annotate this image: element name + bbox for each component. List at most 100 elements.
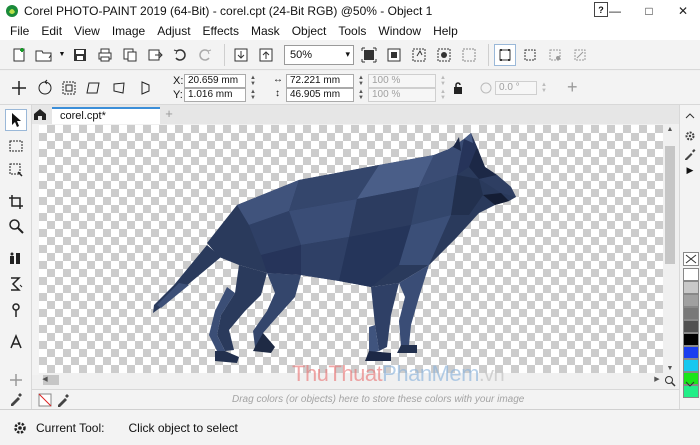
y-position-field[interactable]: 1.016 mm (184, 88, 246, 102)
rectangle-mask-tool-icon[interactable] (5, 135, 27, 157)
import-icon[interactable] (119, 44, 141, 66)
minimize-button[interactable]: — (598, 0, 632, 21)
color-swatch[interactable] (683, 294, 699, 307)
y-spinner[interactable]: ▲ ▼ (248, 88, 258, 102)
zoom-100-icon[interactable] (383, 44, 405, 66)
tab-corel-cpt[interactable]: corel.cpt* (52, 107, 160, 124)
object-picker-icon[interactable] (494, 43, 516, 66)
color-swatch[interactable] (683, 320, 699, 333)
document-palette-strip[interactable]: Drag colors (or objects) here to store t… (32, 389, 679, 409)
eyedropper-icon[interactable] (683, 147, 697, 161)
property-bar: X: 20.659 mm ▲ ▼ Y: 1.016 mm ▲ ▼ ↔ 72.221 … (0, 71, 700, 105)
skew-icon[interactable] (82, 77, 104, 99)
paint-tool-icon[interactable] (5, 299, 27, 321)
rotate-icon[interactable] (34, 77, 56, 99)
watermark-part-1: ThuThuat (292, 361, 383, 386)
y-position-label: Y: (173, 89, 183, 101)
distort-icon[interactable] (108, 77, 130, 99)
pick-tool-icon[interactable] (5, 109, 27, 131)
color-swatch[interactable] (683, 281, 699, 294)
zoom-level-select[interactable]: 50% ▾ (284, 44, 354, 65)
watermark-part-3: .vn (478, 364, 505, 386)
vertical-scroll-thumb[interactable] (665, 146, 675, 264)
menu-view[interactable]: View (69, 24, 107, 38)
save-icon[interactable] (69, 44, 91, 66)
new-icon[interactable] (8, 44, 30, 66)
zoom-fit-icon[interactable] (358, 44, 380, 66)
redo-icon[interactable] (194, 44, 216, 66)
send-back-icon[interactable] (230, 44, 252, 66)
palette-scroll-down-icon[interactable] (683, 377, 697, 391)
no-color-swatch[interactable] (683, 252, 699, 266)
scale-icon[interactable] (58, 77, 80, 99)
scroll-down-icon[interactable]: ▼ (663, 363, 677, 375)
clip-mask-icon[interactable] (569, 44, 591, 66)
mask-overlay-icon[interactable] (433, 44, 455, 66)
rotation-angle-field: 0.0 ° (495, 81, 537, 95)
eyedropper-icon[interactable] (56, 393, 70, 407)
plus-icon[interactable] (8, 77, 30, 99)
lock-ratio-icon[interactable] (447, 77, 469, 99)
width-spinner[interactable]: ▲ ▼ (356, 74, 366, 88)
palette-flyout-icon[interactable]: ▶ (683, 163, 697, 177)
perspective-icon[interactable] (134, 77, 156, 99)
eyedropper-tool-icon[interactable] (5, 247, 27, 269)
x-spinner[interactable]: ▲ ▼ (248, 74, 258, 88)
home-icon[interactable] (32, 105, 48, 124)
scale-y-field: 100 % (368, 88, 436, 102)
menu-tools[interactable]: Tools (333, 24, 373, 38)
vertical-scrollbar[interactable]: ▲ ▼ (663, 124, 677, 375)
effect-tool-icon[interactable] (5, 273, 27, 295)
height-field[interactable]: 46.905 mm (286, 88, 354, 102)
menu-image[interactable]: Image (107, 24, 152, 38)
scroll-up-icon[interactable]: ▲ (663, 124, 677, 136)
eyedropper-icon[interactable] (5, 388, 27, 410)
navigator-zoom-icon[interactable] (663, 375, 677, 387)
lock-mask-icon[interactable] (544, 44, 566, 66)
x-position-field[interactable]: 20.659 mm (184, 74, 246, 88)
zoom-tool-icon[interactable] (5, 215, 27, 237)
open-icon[interactable] (33, 44, 55, 66)
close-button[interactable]: ✕ (666, 0, 700, 21)
scroll-left-icon[interactable]: ◀ (39, 373, 51, 387)
mask-transform-tool-icon[interactable] (5, 159, 27, 181)
maximize-button[interactable]: □ (632, 0, 666, 21)
undo-icon[interactable] (169, 44, 191, 66)
print-icon[interactable] (94, 44, 116, 66)
menu-help[interactable]: Help (428, 24, 465, 38)
title-bar: Corel PHOTO-PAINT 2019 (64-Bit) - corel.… (0, 0, 700, 21)
scroll-right-icon[interactable]: ▶ (651, 373, 663, 387)
color-swatch[interactable] (683, 307, 699, 320)
add-icon[interactable]: + (567, 77, 578, 98)
height-spinner[interactable]: ▲ ▼ (356, 88, 366, 102)
corel-app-icon (6, 4, 18, 17)
mask-mode-icon[interactable] (408, 44, 430, 66)
color-swatch[interactable] (683, 346, 699, 359)
mask-picker-icon[interactable] (519, 44, 541, 66)
color-swatch[interactable] (683, 359, 699, 372)
text-tool-icon[interactable] (5, 331, 27, 353)
menu-window[interactable]: Window (373, 24, 428, 38)
gear-icon[interactable] (683, 129, 697, 143)
no-color-icon[interactable] (38, 393, 52, 407)
image-canvas[interactable] (39, 125, 663, 373)
menu-adjust[interactable]: Adjust (152, 24, 197, 38)
marquee-icon[interactable] (458, 44, 480, 66)
menu-edit[interactable]: Edit (36, 24, 69, 38)
menu-mask[interactable]: Mask (246, 24, 287, 38)
window-title: Corel PHOTO-PAINT 2019 (64-Bit) - corel.… (24, 3, 433, 18)
color-swatch[interactable] (683, 268, 699, 281)
palette-scroll-up-icon[interactable] (683, 109, 697, 123)
export-icon[interactable] (144, 44, 166, 66)
gear-icon[interactable] (12, 420, 28, 436)
color-swatch[interactable] (683, 333, 699, 346)
menu-object[interactable]: Object (287, 24, 334, 38)
width-field[interactable]: 72.221 mm (286, 74, 354, 88)
add-tab-icon[interactable]: + (162, 107, 176, 122)
wolf-lowpoly-object[interactable] (153, 133, 516, 363)
crop-tool-icon[interactable] (5, 191, 27, 213)
bring-front-icon[interactable] (255, 44, 277, 66)
chevron-down-icon[interactable]: ▼ (58, 44, 66, 66)
menu-effects[interactable]: Effects (198, 24, 246, 38)
menu-file[interactable]: File (5, 24, 36, 38)
